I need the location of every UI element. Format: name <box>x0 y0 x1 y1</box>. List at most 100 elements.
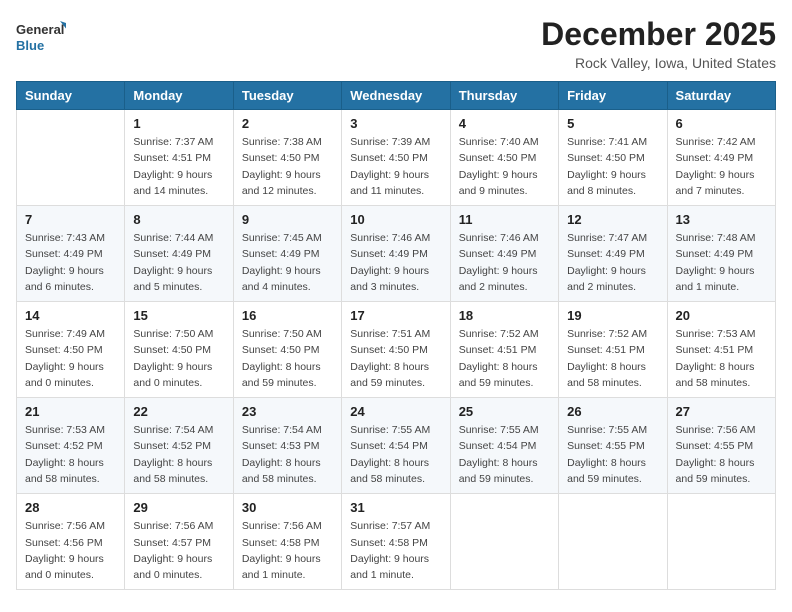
day-number: 2 <box>242 116 333 131</box>
day-number: 27 <box>676 404 767 419</box>
day-number: 19 <box>567 308 658 323</box>
calendar-cell: 10Sunrise: 7:46 AMSunset: 4:49 PMDayligh… <box>342 206 450 302</box>
day-info: Sunrise: 7:43 AMSunset: 4:49 PMDaylight:… <box>25 230 116 295</box>
calendar-week-row: 7 Sunrise: 7:43 AMSunset: 4:49 PMDaylight… <box>17 206 776 302</box>
calendar-cell: 11 Sunrise: 7:46 AMSunset: 4:49 PMDayligh… <box>450 206 558 302</box>
day-number: 21 <box>25 404 116 419</box>
day-info: Sunrise: 7:57 AMSunset: 4:58 PMDaylight:… <box>350 518 441 583</box>
day-number: 31 <box>350 500 441 515</box>
calendar-cell: 4Sunrise: 7:40 AMSunset: 4:50 PMDaylight… <box>450 110 558 206</box>
calendar-cell: 24 Sunrise: 7:55 AMSunset: 4:54 PMDayligh… <box>342 398 450 494</box>
day-number: 11 <box>459 212 550 227</box>
logo: General Blue <box>16 16 66 61</box>
day-number: 28 <box>25 500 116 515</box>
header-saturday: Saturday <box>667 82 775 110</box>
calendar-cell: 20Sunrise: 7:53 AMSunset: 4:51 PMDayligh… <box>667 302 775 398</box>
day-info: Sunrise: 7:38 AMSunset: 4:50 PMDaylight:… <box>242 134 333 199</box>
day-number: 10 <box>350 212 441 227</box>
day-number: 3 <box>350 116 441 131</box>
calendar-cell: 22 Sunrise: 7:54 AMSunset: 4:52 PMDayligh… <box>125 398 233 494</box>
day-number: 6 <box>676 116 767 131</box>
day-info: Sunrise: 7:39 AMSunset: 4:50 PMDaylight:… <box>350 134 441 199</box>
day-info: Sunrise: 7:50 AMSunset: 4:50 PMDaylight:… <box>133 326 224 391</box>
day-info: Sunrise: 7:56 AMSunset: 4:57 PMDaylight:… <box>133 518 224 583</box>
day-number: 22 <box>133 404 224 419</box>
calendar-cell: 2 Sunrise: 7:38 AMSunset: 4:50 PMDaylight… <box>233 110 341 206</box>
day-number: 12 <box>567 212 658 227</box>
day-number: 5 <box>567 116 658 131</box>
calendar-cell: 14 Sunrise: 7:49 AMSunset: 4:50 PMDayligh… <box>17 302 125 398</box>
calendar-cell: 30Sunrise: 7:56 AMSunset: 4:58 PMDayligh… <box>233 494 341 590</box>
day-info: Sunrise: 7:44 AMSunset: 4:49 PMDaylight:… <box>133 230 224 295</box>
month-title: December 2025 <box>541 16 776 53</box>
day-info: Sunrise: 7:56 AMSunset: 4:55 PMDaylight:… <box>676 422 767 487</box>
calendar-cell: 23 Sunrise: 7:54 AMSunset: 4:53 PMDayligh… <box>233 398 341 494</box>
calendar-cell: 1Sunrise: 7:37 AMSunset: 4:51 PMDaylight… <box>125 110 233 206</box>
header-wednesday: Wednesday <box>342 82 450 110</box>
calendar-header-row: SundayMondayTuesdayWednesdayThursdayFrid… <box>17 82 776 110</box>
day-info: Sunrise: 7:42 AMSunset: 4:49 PMDaylight:… <box>676 134 767 199</box>
header-friday: Friday <box>559 82 667 110</box>
day-info: Sunrise: 7:53 AMSunset: 4:52 PMDaylight:… <box>25 422 116 487</box>
calendar-cell: 21 Sunrise: 7:53 AMSunset: 4:52 PMDayligh… <box>17 398 125 494</box>
day-number: 8 <box>133 212 224 227</box>
day-number: 9 <box>242 212 333 227</box>
day-info: Sunrise: 7:54 AMSunset: 4:53 PMDaylight:… <box>242 422 333 487</box>
calendar-week-row: 1Sunrise: 7:37 AMSunset: 4:51 PMDaylight… <box>17 110 776 206</box>
title-area: December 2025 Rock Valley, Iowa, United … <box>541 16 776 71</box>
logo-svg: General Blue <box>16 16 66 61</box>
calendar-cell: 29 Sunrise: 7:56 AMSunset: 4:57 PMDayligh… <box>125 494 233 590</box>
day-number: 17 <box>350 308 441 323</box>
calendar-cell: 5Sunrise: 7:41 AMSunset: 4:50 PMDaylight… <box>559 110 667 206</box>
day-info: Sunrise: 7:45 AMSunset: 4:49 PMDaylight:… <box>242 230 333 295</box>
day-number: 13 <box>676 212 767 227</box>
day-number: 24 <box>350 404 441 419</box>
day-number: 15 <box>133 308 224 323</box>
calendar-week-row: 28 Sunrise: 7:56 AMSunset: 4:56 PMDayligh… <box>17 494 776 590</box>
calendar-cell: 7 Sunrise: 7:43 AMSunset: 4:49 PMDaylight… <box>17 206 125 302</box>
calendar-cell <box>450 494 558 590</box>
day-info: Sunrise: 7:56 AMSunset: 4:56 PMDaylight:… <box>25 518 116 583</box>
calendar-cell: 12 Sunrise: 7:47 AMSunset: 4:49 PMDayligh… <box>559 206 667 302</box>
calendar-table: SundayMondayTuesdayWednesdayThursdayFrid… <box>16 81 776 590</box>
day-number: 25 <box>459 404 550 419</box>
day-number: 23 <box>242 404 333 419</box>
day-info: Sunrise: 7:54 AMSunset: 4:52 PMDaylight:… <box>133 422 224 487</box>
day-info: Sunrise: 7:40 AMSunset: 4:50 PMDaylight:… <box>459 134 550 199</box>
calendar-cell <box>667 494 775 590</box>
day-info: Sunrise: 7:47 AMSunset: 4:49 PMDaylight:… <box>567 230 658 295</box>
day-info: Sunrise: 7:55 AMSunset: 4:54 PMDaylight:… <box>459 422 550 487</box>
header-thursday: Thursday <box>450 82 558 110</box>
calendar-cell: 25 Sunrise: 7:55 AMSunset: 4:54 PMDayligh… <box>450 398 558 494</box>
header-sunday: Sunday <box>17 82 125 110</box>
calendar-week-row: 21 Sunrise: 7:53 AMSunset: 4:52 PMDayligh… <box>17 398 776 494</box>
calendar-cell: 13 Sunrise: 7:48 AMSunset: 4:49 PMDayligh… <box>667 206 775 302</box>
day-number: 26 <box>567 404 658 419</box>
calendar-cell <box>17 110 125 206</box>
calendar-cell: 16Sunrise: 7:50 AMSunset: 4:50 PMDayligh… <box>233 302 341 398</box>
day-info: Sunrise: 7:49 AMSunset: 4:50 PMDaylight:… <box>25 326 116 391</box>
day-info: Sunrise: 7:48 AMSunset: 4:49 PMDaylight:… <box>676 230 767 295</box>
calendar-cell: 31 Sunrise: 7:57 AMSunset: 4:58 PMDayligh… <box>342 494 450 590</box>
day-info: Sunrise: 7:55 AMSunset: 4:54 PMDaylight:… <box>350 422 441 487</box>
day-info: Sunrise: 7:46 AMSunset: 4:49 PMDaylight:… <box>459 230 550 295</box>
calendar-cell: 27 Sunrise: 7:56 AMSunset: 4:55 PMDayligh… <box>667 398 775 494</box>
svg-text:Blue: Blue <box>16 38 44 53</box>
day-number: 14 <box>25 308 116 323</box>
calendar-cell: 3 Sunrise: 7:39 AMSunset: 4:50 PMDaylight… <box>342 110 450 206</box>
calendar-cell: 28 Sunrise: 7:56 AMSunset: 4:56 PMDayligh… <box>17 494 125 590</box>
header-tuesday: Tuesday <box>233 82 341 110</box>
day-number: 7 <box>25 212 116 227</box>
day-number: 16 <box>242 308 333 323</box>
day-info: Sunrise: 7:51 AMSunset: 4:50 PMDaylight:… <box>350 326 441 391</box>
day-number: 29 <box>133 500 224 515</box>
calendar-cell: 19Sunrise: 7:52 AMSunset: 4:51 PMDayligh… <box>559 302 667 398</box>
day-info: Sunrise: 7:55 AMSunset: 4:55 PMDaylight:… <box>567 422 658 487</box>
calendar-cell: 9 Sunrise: 7:45 AMSunset: 4:49 PMDaylight… <box>233 206 341 302</box>
day-info: Sunrise: 7:56 AMSunset: 4:58 PMDaylight:… <box>242 518 333 583</box>
calendar-cell: 8 Sunrise: 7:44 AMSunset: 4:49 PMDaylight… <box>125 206 233 302</box>
page-header: General Blue December 2025 Rock Valley, … <box>16 16 776 71</box>
day-number: 1 <box>133 116 224 131</box>
day-number: 18 <box>459 308 550 323</box>
day-number: 20 <box>676 308 767 323</box>
